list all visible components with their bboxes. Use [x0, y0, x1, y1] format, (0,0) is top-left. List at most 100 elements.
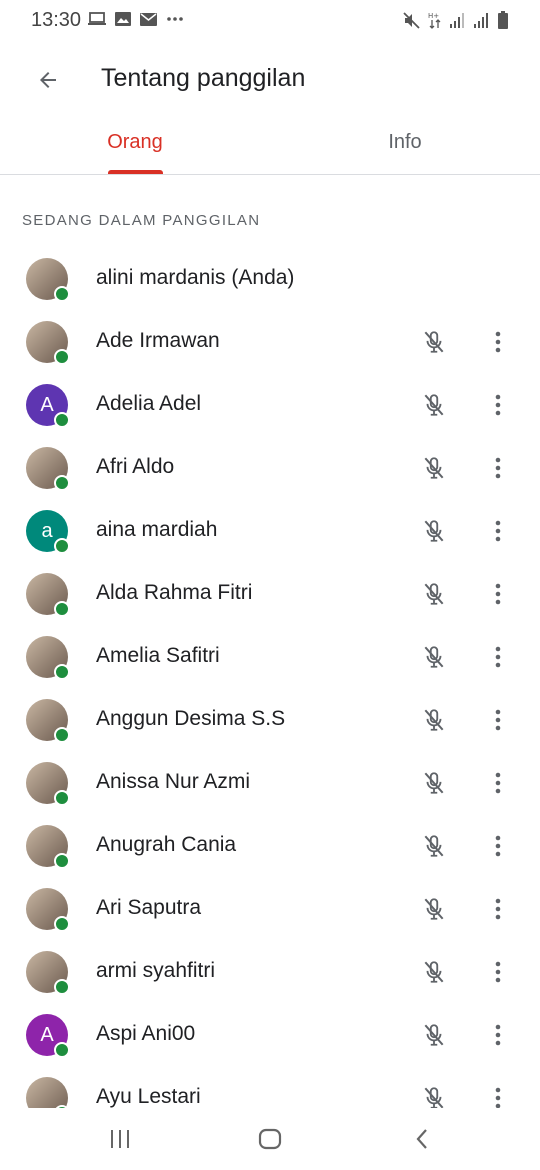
mic-off-button[interactable]: [420, 580, 448, 608]
home-icon: [258, 1128, 282, 1150]
online-status-dot: [54, 286, 70, 302]
laptop-icon: [88, 12, 106, 26]
more-options-button[interactable]: [484, 391, 512, 419]
more-vert-icon: [495, 457, 501, 479]
mic-off-button[interactable]: [420, 1084, 448, 1108]
participant-name: Afri Aldo: [96, 455, 175, 478]
tab-info-label: Info: [388, 131, 422, 153]
mic-off-button[interactable]: [420, 895, 448, 923]
participant-row[interactable]: alini mardanis (Anda): [0, 248, 540, 311]
image-icon: [115, 12, 131, 26]
participant-row[interactable]: A Adelia Adel: [0, 374, 540, 437]
more-vert-icon: [495, 835, 501, 857]
participant-row[interactable]: Ari Saputra: [0, 878, 540, 941]
back-button[interactable]: [30, 62, 66, 98]
status-time: 13:30: [31, 9, 82, 31]
participant-row[interactable]: Ade Irmawan: [0, 311, 540, 374]
mic-off-button[interactable]: [420, 832, 448, 860]
participant-row[interactable]: Anggun Desima S.S: [0, 689, 540, 752]
more-vert-icon: [495, 772, 501, 794]
tab-info[interactable]: Info: [270, 114, 540, 174]
participant-row[interactable]: a aina mardiah: [0, 500, 540, 563]
more-options-button[interactable]: [484, 769, 512, 797]
tab-people[interactable]: Orang: [0, 114, 270, 174]
mic-off-icon: [424, 1024, 444, 1046]
more-vert-icon: [495, 331, 501, 353]
active-tab-indicator: [108, 170, 163, 174]
avatar-wrapper: [26, 321, 70, 365]
more-vert-icon: [495, 646, 501, 668]
mic-off-button[interactable]: [420, 391, 448, 419]
more-options-button[interactable]: [484, 1021, 512, 1049]
participant-name: Aspi Ani00: [96, 1022, 196, 1045]
more-options-button[interactable]: [484, 643, 512, 671]
more-options-button[interactable]: [484, 706, 512, 734]
more-vert-icon: [495, 961, 501, 983]
avatar-wrapper: [26, 1077, 70, 1108]
participant-row[interactable]: Alda Rahma Fitri: [0, 563, 540, 626]
mic-off-icon: [424, 583, 444, 605]
participant-row[interactable]: A Aspi Ani00: [0, 1004, 540, 1067]
more-options-button[interactable]: [484, 895, 512, 923]
more-vert-icon: [495, 898, 501, 920]
svg-text:H+: H+: [428, 12, 439, 20]
mic-off-icon: [424, 709, 444, 731]
mic-off-button[interactable]: [420, 517, 448, 545]
participant-name: Anugrah Cania: [96, 833, 237, 856]
participant-row[interactable]: Ayu Lestari: [0, 1067, 540, 1108]
participant-name: aina mardiah: [96, 518, 218, 541]
nav-back-button[interactable]: [408, 1126, 436, 1152]
more-options-button[interactable]: [484, 832, 512, 860]
mic-off-icon: [424, 835, 444, 857]
mic-off-icon: [424, 331, 444, 353]
online-status-dot: [54, 853, 70, 869]
mic-off-icon: [424, 520, 444, 542]
mic-off-button[interactable]: [420, 643, 448, 671]
online-status-dot: [54, 979, 70, 995]
more-vert-icon: [495, 520, 501, 542]
participant-name: Ayu Lestari: [96, 1085, 201, 1108]
more-vert-icon: [495, 1024, 501, 1046]
mic-off-button[interactable]: [420, 958, 448, 986]
mic-off-button[interactable]: [420, 769, 448, 797]
mic-off-button[interactable]: [420, 454, 448, 482]
online-status-dot: [54, 727, 70, 743]
participant-row[interactable]: Anissa Nur Azmi: [0, 752, 540, 815]
recent-apps-button[interactable]: [106, 1126, 134, 1152]
mic-off-button[interactable]: [420, 706, 448, 734]
participant-name: Anggun Desima S.S: [96, 707, 286, 730]
more-options-button[interactable]: [484, 958, 512, 986]
mic-off-button[interactable]: [420, 328, 448, 356]
home-button[interactable]: [256, 1126, 284, 1152]
more-options-button[interactable]: [484, 517, 512, 545]
more-options-button[interactable]: [484, 1084, 512, 1108]
app-bar: Tentang panggilan: [0, 44, 540, 114]
more-options-button[interactable]: [484, 328, 512, 356]
avatar-wrapper: [26, 447, 70, 491]
participant-name: alini mardanis (Anda): [96, 266, 295, 289]
online-status-dot: [54, 475, 70, 491]
signal-icon: [450, 12, 466, 28]
participant-row[interactable]: Amelia Safitri: [0, 626, 540, 689]
participant-name: Ade Irmawan: [96, 329, 220, 352]
participant-name: Alda Rahma Fitri: [96, 581, 253, 604]
avatar-wrapper: [26, 573, 70, 617]
more-vert-icon: [495, 583, 501, 605]
participant-row[interactable]: Afri Aldo: [0, 437, 540, 500]
online-status-dot: [54, 538, 70, 554]
mail-icon: [140, 12, 157, 26]
participant-name: armi syahfitri: [96, 959, 216, 982]
mic-off-icon: [424, 1087, 444, 1108]
more-options-button[interactable]: [484, 580, 512, 608]
mic-off-button[interactable]: [420, 1021, 448, 1049]
more-options-button[interactable]: [484, 454, 512, 482]
participant-row[interactable]: armi syahfitri: [0, 941, 540, 1004]
avatar-wrapper: [26, 699, 70, 743]
arrow-back-icon: [40, 72, 56, 88]
participant-row[interactable]: Anugrah Cania: [0, 815, 540, 878]
more-vert-icon: [495, 709, 501, 731]
avatar-photo: [26, 1077, 68, 1108]
mic-off-icon: [424, 394, 444, 416]
participant-name: Adelia Adel: [96, 392, 202, 415]
online-status-dot: [54, 601, 70, 617]
